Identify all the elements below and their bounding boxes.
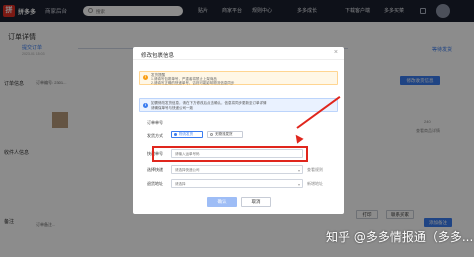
radio-label: 无物流发货 xyxy=(215,132,233,136)
info-line-2: 请确保单号与快递公司一致 xyxy=(151,106,193,110)
courier-select-input[interactable] xyxy=(175,167,292,173)
zhihu-watermark: 知乎 @多多情报通（多多... xyxy=(326,228,473,245)
radio-dot xyxy=(174,133,177,136)
cancel-button[interactable]: 取消 xyxy=(241,197,271,207)
view-rules-link[interactable]: 查看规则 xyxy=(307,167,323,173)
courier-select[interactable]: ▾ xyxy=(171,165,303,174)
info-notice: i 如需修改发货信息，请在下方修改后点击确认，信息将同步更新至订单详情 请确保单… xyxy=(139,98,338,112)
dialog-header: 修改包裹信息 × xyxy=(133,47,344,60)
info-icon: i xyxy=(143,103,148,108)
ship-mode-logistics-radio[interactable]: 物流发货 xyxy=(171,131,203,138)
warning-line-2: 2.请填写正确的快递单号，否则可能影响物流信息同步 xyxy=(151,81,235,85)
annotation-highlight-box xyxy=(152,146,308,162)
return-address-input[interactable] xyxy=(175,181,292,187)
dialog-title: 修改包裹信息 xyxy=(141,53,175,59)
package-number-label: 订单单号 xyxy=(147,120,163,125)
ship-mode-label: 发货方式 xyxy=(147,133,163,138)
chevron-down-icon: ▾ xyxy=(297,168,300,173)
courier-label: 选择快递 xyxy=(147,167,163,172)
chevron-down-icon: ▾ xyxy=(297,182,300,187)
return-address-select[interactable]: ▾ xyxy=(171,179,303,188)
watermark-text: 知乎 @多多情报通（多多... xyxy=(326,230,474,244)
shipping-warning: ! 发货提醒 1.请填写包裹单号，严重者将禁止上架商品 2.请填写正确的快递单号… xyxy=(139,71,338,85)
radio-label: 物流发货 xyxy=(179,132,193,136)
warning-icon: ! xyxy=(143,75,148,80)
close-icon[interactable]: × xyxy=(334,49,338,56)
ship-mode-no-logistics-radio[interactable]: 无物流发货 xyxy=(207,131,243,138)
add-address-link[interactable]: 新增地址 xyxy=(307,181,323,187)
confirm-button[interactable]: 确认 xyxy=(207,197,237,207)
return-address-label: 退货地址 xyxy=(147,181,163,186)
radio-dot xyxy=(210,133,213,136)
modify-package-dialog: 修改包裹信息 × ! 发货提醒 1.请填写包裹单号，严重者将禁止上架商品 2.请… xyxy=(133,47,344,214)
